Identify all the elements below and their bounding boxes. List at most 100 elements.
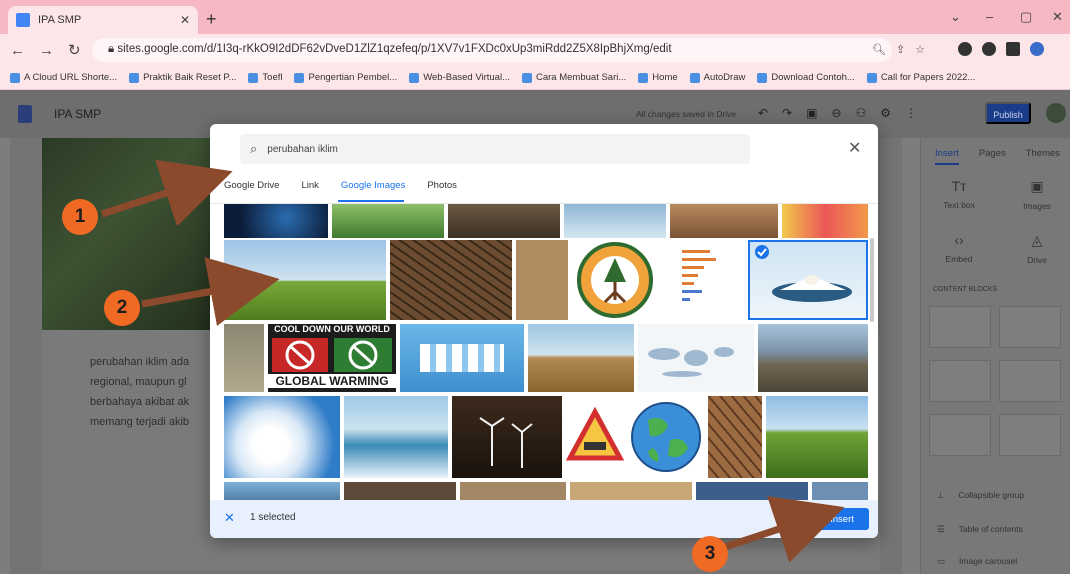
image-result-dry-soil[interactable] bbox=[448, 204, 560, 238]
embed-tool[interactable]: ‹› Embed bbox=[929, 232, 989, 264]
image-result-grass-field[interactable] bbox=[224, 240, 386, 320]
image-result-cracked-earth[interactable] bbox=[390, 240, 512, 320]
sidepanel-icon[interactable] bbox=[1006, 42, 1020, 56]
tab-photos[interactable]: Photos bbox=[427, 180, 457, 191]
reload-icon[interactable]: ↻ bbox=[68, 41, 81, 59]
drive-icon: ◬ bbox=[1031, 232, 1043, 248]
image-result-desert[interactable] bbox=[460, 482, 566, 500]
image-result-plants[interactable] bbox=[332, 204, 444, 238]
image-result-rock[interactable] bbox=[224, 324, 264, 392]
dialog-close-icon[interactable]: ✕ bbox=[848, 138, 861, 158]
tab-google-images[interactable]: Google Images bbox=[341, 180, 405, 191]
list-label: Collapsible group bbox=[958, 490, 1025, 500]
image-result-polar-bear-selected[interactable] bbox=[748, 240, 868, 320]
site-title[interactable]: IPA SMP bbox=[54, 107, 101, 121]
image-result-heat-map[interactable] bbox=[782, 204, 868, 238]
image-result-earth[interactable] bbox=[224, 204, 328, 238]
source-tabs: Google Drive Link Google Images Photos bbox=[224, 180, 457, 191]
list-label: Table of contents bbox=[958, 524, 1023, 534]
image-search-input[interactable] bbox=[267, 143, 728, 155]
profile-avatar[interactable] bbox=[1030, 42, 1044, 56]
text-box-tool[interactable]: Tт Text box bbox=[929, 178, 989, 210]
tab-close-icon[interactable]: ✕ bbox=[180, 13, 190, 27]
bookmark-favicon-icon bbox=[522, 72, 532, 83]
tab-title: IPA SMP bbox=[38, 14, 82, 26]
image-result-laundry[interactable] bbox=[400, 324, 524, 392]
image-result-sandy[interactable] bbox=[570, 482, 692, 500]
image-result-coast[interactable] bbox=[758, 324, 868, 392]
bookmark-item[interactable]: Cara Membuat Sari... bbox=[522, 72, 626, 83]
image-result-clouds[interactable] bbox=[224, 396, 340, 478]
content-block[interactable] bbox=[929, 360, 991, 402]
page-body-text[interactable]: perubahan iklim ada regional, maupun gl … bbox=[90, 352, 189, 432]
search-icon: ⌕ bbox=[250, 141, 258, 156]
content-block[interactable] bbox=[999, 414, 1061, 456]
clear-selection-icon[interactable]: ✕ bbox=[224, 510, 235, 526]
table-of-contents-item[interactable]: ☰ Table of contents bbox=[937, 524, 1023, 535]
image-result-wind-turbine-models[interactable] bbox=[452, 396, 562, 478]
bookmark-item[interactable]: Toefl bbox=[248, 72, 282, 83]
image-result-sand[interactable] bbox=[516, 240, 568, 320]
drive-tool[interactable]: ◬ Drive bbox=[1007, 232, 1067, 265]
tab-insert[interactable]: Insert bbox=[935, 148, 959, 165]
tab-google-drive[interactable]: Google Drive bbox=[224, 180, 279, 191]
content-block[interactable] bbox=[999, 306, 1061, 348]
image-carousel-item[interactable]: ▭ Image carousel bbox=[937, 556, 1017, 567]
image-result-icebergs[interactable] bbox=[344, 396, 448, 478]
image-result-sky[interactable] bbox=[812, 482, 868, 500]
image-result-bar-chart[interactable] bbox=[662, 240, 744, 320]
browser-tab[interactable]: IPA SMP ✕ bbox=[8, 6, 198, 34]
content-block[interactable] bbox=[929, 306, 991, 348]
image-result-rice-field[interactable] bbox=[766, 396, 868, 478]
image-result-ice[interactable] bbox=[564, 204, 666, 238]
url-field[interactable]: 🔒︎ sites.google.com/d/1I3q-rKkO9I2dDF62v… bbox=[92, 38, 892, 62]
image-result-drought-road[interactable] bbox=[670, 204, 778, 238]
content-block[interactable] bbox=[929, 414, 991, 456]
lock-icon: 🔒︎ bbox=[108, 43, 118, 55]
bookmark-label: Download Contoh... bbox=[771, 72, 855, 83]
image-result-savanna[interactable] bbox=[528, 324, 634, 392]
image-result-dry-ground[interactable] bbox=[708, 396, 762, 478]
bookmark-label: Web-Based Virtual... bbox=[423, 72, 510, 83]
tab-themes[interactable]: Themes bbox=[1026, 148, 1060, 165]
image-result-global-warming[interactable]: COOL DOWN OUR WORLD GLOBAL WARMING bbox=[268, 324, 396, 392]
image-result-indonesia-map[interactable] bbox=[638, 324, 754, 392]
tab-search-icon[interactable]: ⌄ bbox=[950, 9, 961, 25]
bookmark-item[interactable]: Call for Papers 2022... bbox=[866, 72, 975, 83]
user-avatar[interactable] bbox=[1046, 103, 1066, 123]
images-tool[interactable]: ▣ Images bbox=[1007, 178, 1067, 211]
puzzle-icon[interactable] bbox=[982, 42, 996, 56]
editor-toolbar[interactable]: ↶↷▣⊖⚇⚙⋮ bbox=[758, 106, 931, 120]
image-result-globe[interactable] bbox=[628, 396, 704, 478]
extension-icon[interactable] bbox=[958, 42, 972, 56]
bookmark-item[interactable]: Praktik Baik Reset P... bbox=[129, 72, 236, 83]
publish-button[interactable]: Publish bbox=[985, 102, 1031, 124]
image-result-water[interactable] bbox=[696, 482, 808, 500]
bookmark-item[interactable]: Pengertian Pembel... bbox=[294, 72, 397, 83]
tab-pages[interactable]: Pages bbox=[979, 148, 1006, 165]
minimize-icon[interactable]: – bbox=[986, 9, 993, 24]
bookmark-item[interactable]: Web-Based Virtual... bbox=[409, 72, 510, 83]
image-result-klhk-logo[interactable] bbox=[572, 240, 658, 320]
results-scrollbar[interactable] bbox=[870, 238, 874, 322]
insert-button[interactable]: Insert bbox=[815, 508, 869, 530]
forward-icon[interactable]: → bbox=[39, 42, 54, 59]
sites-logo-icon bbox=[18, 105, 32, 123]
image-results-grid: COOL DOWN OUR WORLD GLOBAL WARMING bbox=[224, 204, 868, 500]
bookmark-item[interactable]: Download Contoh... bbox=[757, 72, 855, 83]
image-result-mountains[interactable] bbox=[224, 482, 340, 500]
back-icon[interactable]: ← bbox=[10, 42, 25, 59]
image-result-dark-landscape[interactable] bbox=[344, 482, 456, 500]
tab-link[interactable]: Link bbox=[301, 180, 318, 191]
bookmark-item[interactable]: AutoDraw bbox=[689, 72, 745, 83]
bookmark-item[interactable]: A Cloud URL Shorte... bbox=[10, 72, 117, 83]
close-window-icon[interactable]: ✕ bbox=[1052, 9, 1063, 25]
bookmark-item[interactable]: Home bbox=[638, 72, 678, 83]
maximize-icon[interactable]: ▢ bbox=[1020, 9, 1032, 25]
collapsible-group-item[interactable]: ⊥ Collapsible group bbox=[937, 490, 1024, 501]
image-result-warning-sign[interactable] bbox=[566, 396, 624, 478]
bookmark-favicon-icon bbox=[10, 72, 20, 83]
new-tab-icon[interactable]: + bbox=[206, 9, 217, 30]
omnibox-actions[interactable]: 🔍︎⇪☆ bbox=[872, 43, 935, 56]
content-block[interactable] bbox=[999, 360, 1061, 402]
